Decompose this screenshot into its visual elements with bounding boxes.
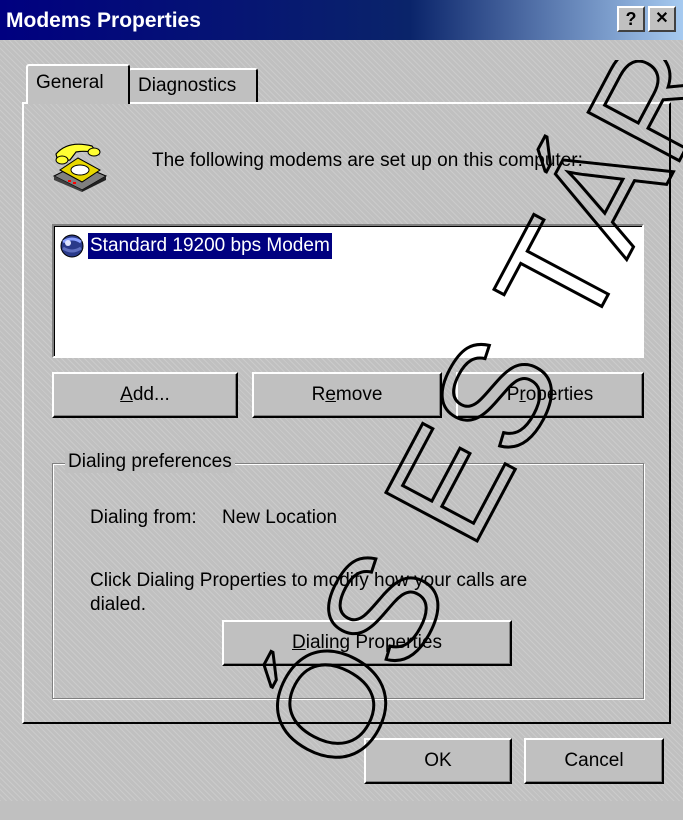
dialing-from-label: Dialing from: [90,507,197,528]
close-icon: ✕ [655,10,669,27]
properties-button-label-b: operties [525,384,594,405]
remove-button[interactable]: Remove [252,372,442,418]
title-bar[interactable]: Modems Properties ? ✕ [0,0,683,40]
window-title: Modems Properties [6,9,201,32]
remove-button-label-a: R [311,384,326,405]
dialing-button-accelerator: D [292,632,306,653]
modem-name: Standard 19200 bps Modem [88,233,332,259]
modem-icon [58,232,88,260]
properties-button[interactable]: Properties [456,372,644,418]
tab-general[interactable]: General [26,64,130,104]
dialing-preferences-label: Dialing preferences [65,451,235,473]
remove-button-accelerator: e [325,384,336,405]
dialing-button-label-b: ialing Properties [305,632,442,653]
properties-button-label-a: P [506,384,520,405]
modem-list[interactable]: Standard 19200 bps Modem [52,224,644,358]
dialing-help-text-line1: Click Dialing Properties to modify how y… [90,570,528,591]
dialing-help-text-line2: dialed. [90,594,146,615]
remove-button-label-b: move [335,384,383,405]
tab-diagnostics-label: Diagnostics [138,75,237,96]
tab-general-label: General [36,72,104,93]
modem-phone-icon [48,132,108,192]
add-button-label-b: dd... [132,384,170,405]
list-item[interactable]: Standard 19200 bps Modem [58,231,332,261]
intro-text: The following modems are set up on this … [152,150,583,171]
add-button[interactable]: Add... [52,372,238,418]
tab-diagnostics[interactable]: Diagnostics [128,68,258,102]
ok-button[interactable]: OK [364,738,512,784]
dialing-from-value: New Location [222,507,338,528]
dialing-properties-button[interactable]: Dialing Properties [222,620,512,666]
help-button[interactable]: ? [617,6,645,32]
modems-properties-window: Modems Properties ? ✕ General Diagnostic… [0,0,683,801]
cancel-button[interactable]: Cancel [524,738,664,784]
add-button-accelerator: A [120,384,133,405]
close-button[interactable]: ✕ [648,6,676,32]
